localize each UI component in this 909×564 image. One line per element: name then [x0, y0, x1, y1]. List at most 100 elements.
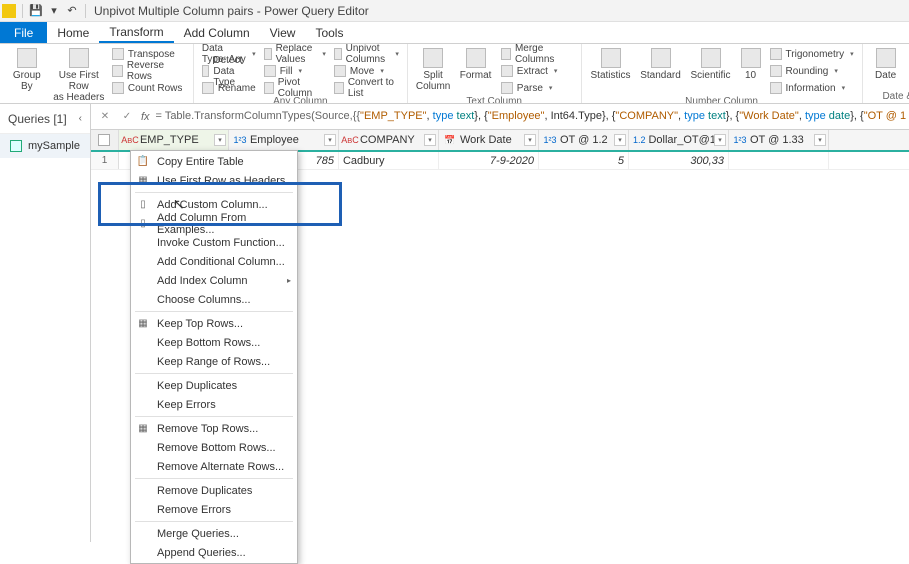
- tab-file[interactable]: File: [0, 22, 47, 43]
- replace-values-button[interactable]: Replace Values▾: [262, 46, 328, 62]
- menu-add-conditional-column[interactable]: Add Conditional Column...: [131, 252, 297, 271]
- filter-icon[interactable]: ▾: [714, 134, 726, 146]
- menu-remove-duplicates[interactable]: Remove Duplicates: [131, 481, 297, 500]
- query-item-mysample[interactable]: mySample: [0, 134, 90, 158]
- detect-data-type-button[interactable]: Detect Data Type: [200, 63, 258, 79]
- column-header-ot12[interactable]: 1²3OT @ 1.2▾: [539, 130, 629, 150]
- collapse-icon[interactable]: ‹: [79, 113, 82, 124]
- app-icon: [2, 4, 16, 18]
- power-ten-button[interactable]: 10: [738, 46, 764, 81]
- convert-to-list-button[interactable]: Convert to List: [332, 80, 401, 96]
- menu-copy-entire-table[interactable]: 📋Copy Entire Table: [131, 152, 297, 171]
- column-header-employee[interactable]: 1²3Employee▾: [229, 130, 339, 150]
- window-title: Unpivot Multiple Column pairs - Power Qu…: [94, 4, 369, 18]
- group-by-button[interactable]: GroupBy: [6, 46, 48, 92]
- date-button[interactable]: Date: [869, 46, 903, 81]
- submenu-arrow-icon: ▸: [287, 276, 291, 285]
- menu-remove-errors[interactable]: Remove Errors: [131, 500, 297, 519]
- formula-text[interactable]: = Table.TransformColumnTypes(Source,{{"E…: [156, 110, 907, 123]
- reverse-rows-button[interactable]: Reverse Rows: [110, 63, 187, 79]
- ribbon-group-number-column: Statistics Standard Scientific 10 Trigon…: [582, 44, 863, 103]
- column-header-company[interactable]: ABCCOMPANY▾: [339, 130, 439, 150]
- rename-button[interactable]: Rename: [200, 80, 258, 96]
- unpivot-columns-button[interactable]: Unpivot Columns▾: [332, 46, 401, 62]
- column-header-emp-type[interactable]: ABCEMP_TYPE▾: [119, 130, 229, 150]
- save-icon[interactable]: 💾: [28, 3, 44, 19]
- tab-view[interactable]: View: [260, 22, 306, 43]
- examples-icon: ▯: [136, 217, 150, 231]
- menu-bar: File Home Transform Add Column View Tool…: [0, 22, 909, 44]
- cell-work-date[interactable]: 7-9-2020: [439, 152, 539, 169]
- context-menu: 📋Copy Entire Table ▦Use First Row as Hea…: [130, 150, 298, 564]
- copy-icon: 📋: [136, 155, 150, 169]
- format-button[interactable]: Format: [456, 46, 494, 81]
- menu-keep-range-rows[interactable]: Keep Range of Rows...: [131, 352, 297, 371]
- queries-header[interactable]: Queries [1] ‹: [0, 104, 90, 134]
- headers-icon: ▦: [136, 174, 150, 188]
- menu-remove-alternate-rows[interactable]: Remove Alternate Rows...: [131, 457, 297, 476]
- qat-dropdown-icon[interactable]: ▾: [46, 3, 62, 19]
- cell-ot133[interactable]: [729, 152, 829, 169]
- cancel-formula-icon[interactable]: ✕: [97, 109, 113, 125]
- statistics-button[interactable]: Statistics: [588, 46, 634, 81]
- fx-icon[interactable]: fx: [141, 111, 150, 123]
- trigonometry-button[interactable]: Trigonometry▾: [768, 46, 856, 62]
- ribbon-group-date-time: Date Time Duration Date & Time Column: [863, 44, 909, 103]
- menu-keep-duplicates[interactable]: Keep Duplicates: [131, 376, 297, 395]
- column-header-dollar-ot12[interactable]: 1.2Dollar_OT@1.2▾: [629, 130, 729, 150]
- filter-icon[interactable]: ▾: [524, 134, 536, 146]
- tab-add-column[interactable]: Add Column: [174, 22, 260, 43]
- filter-icon[interactable]: ▾: [214, 134, 226, 146]
- remove-top-icon: ▦: [136, 422, 150, 436]
- grid-header: ABCEMP_TYPE▾ 1²3Employee▾ ABCCOMPANY▾ 📅W…: [91, 130, 909, 152]
- undo-icon[interactable]: ↶: [64, 3, 80, 19]
- tab-tools[interactable]: Tools: [305, 22, 353, 43]
- cell-ot12[interactable]: 5: [539, 152, 629, 169]
- information-button[interactable]: Information▾: [768, 80, 856, 96]
- tab-transform[interactable]: Transform: [99, 22, 173, 43]
- menu-append-queries[interactable]: Append Queries...: [131, 543, 297, 562]
- cell-dollar[interactable]: 300,33: [629, 152, 729, 169]
- use-first-row-button[interactable]: Use First Rowas Headers: [52, 46, 106, 103]
- keep-top-icon: ▦: [136, 317, 150, 331]
- standard-button[interactable]: Standard: [638, 46, 684, 81]
- menu-choose-columns[interactable]: Choose Columns...: [131, 290, 297, 309]
- filter-icon[interactable]: ▾: [814, 134, 826, 146]
- menu-keep-bottom-rows[interactable]: Keep Bottom Rows...: [131, 333, 297, 352]
- queries-pane: Queries [1] ‹ mySample: [0, 104, 91, 542]
- pivot-column-button[interactable]: Pivot Column: [262, 80, 328, 96]
- column-header-ot133[interactable]: 1²3OT @ 1.33▾: [729, 130, 829, 150]
- ribbon-group-text-column: SplitColumn Format Merge Columns Extract…: [408, 44, 582, 103]
- formula-bar: ✕ ✓ fx = Table.TransformColumnTypes(Sour…: [91, 104, 909, 130]
- filter-icon[interactable]: ▾: [614, 134, 626, 146]
- menu-keep-errors[interactable]: Keep Errors: [131, 395, 297, 414]
- parse-button[interactable]: Parse▾: [499, 80, 575, 96]
- custom-col-icon: ▯: [136, 198, 150, 212]
- split-column-button[interactable]: SplitColumn: [414, 46, 452, 92]
- tab-home[interactable]: Home: [47, 22, 99, 43]
- row-number: 1: [91, 152, 119, 169]
- table-menu-button[interactable]: [91, 130, 119, 150]
- filter-icon[interactable]: ▾: [424, 134, 436, 146]
- menu-invoke-custom-function[interactable]: Invoke Custom Function...: [131, 233, 297, 252]
- count-rows-button[interactable]: Count Rows: [110, 80, 187, 96]
- ribbon: GroupBy Use First Rowas Headers Transpos…: [0, 44, 909, 104]
- title-bar: 💾 ▾ ↶ Unpivot Multiple Column pairs - Po…: [0, 0, 909, 22]
- menu-remove-top-rows[interactable]: ▦Remove Top Rows...: [131, 419, 297, 438]
- menu-add-column-from-examples[interactable]: ▯Add Column From Examples...: [131, 214, 297, 233]
- extract-text-button[interactable]: Extract▾: [499, 63, 575, 79]
- menu-keep-top-rows[interactable]: ▦Keep Top Rows...: [131, 314, 297, 333]
- ribbon-group-table: GroupBy Use First Rowas Headers Transpos…: [0, 44, 194, 103]
- column-header-work-date[interactable]: 📅Work Date▾: [439, 130, 539, 150]
- scientific-button[interactable]: Scientific: [688, 46, 734, 81]
- cell-company[interactable]: Cadbury: [339, 152, 439, 169]
- rounding-button[interactable]: Rounding▾: [768, 63, 856, 79]
- table-icon: [10, 140, 22, 152]
- menu-merge-queries[interactable]: Merge Queries...: [131, 524, 297, 543]
- filter-icon[interactable]: ▾: [324, 134, 336, 146]
- menu-remove-bottom-rows[interactable]: Remove Bottom Rows...: [131, 438, 297, 457]
- menu-use-first-row[interactable]: ▦Use First Row as Headers: [131, 171, 297, 190]
- menu-add-index-column[interactable]: Add Index Column▸: [131, 271, 297, 290]
- merge-columns-button[interactable]: Merge Columns: [499, 46, 575, 62]
- commit-formula-icon[interactable]: ✓: [119, 109, 135, 125]
